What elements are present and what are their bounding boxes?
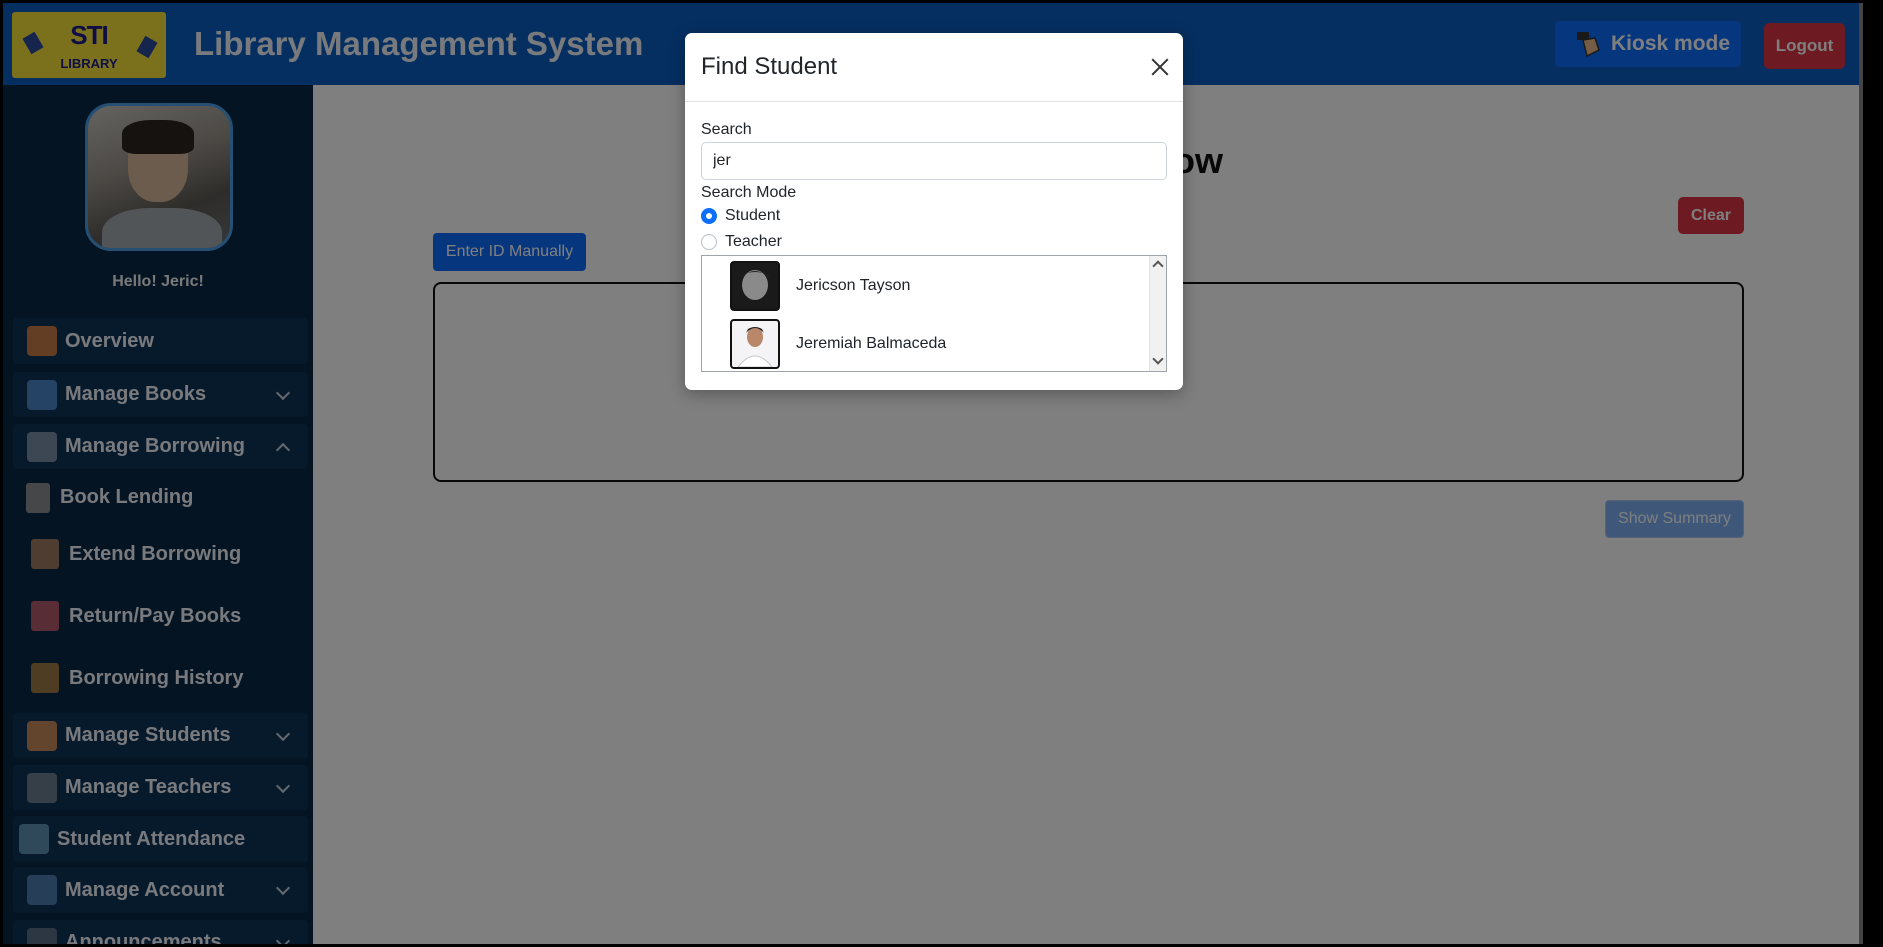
scroll-up-arrow-icon[interactable] [1152, 260, 1164, 272]
scroll-down-arrow-icon[interactable] [1152, 353, 1164, 365]
results-scrollbar[interactable] [1149, 256, 1166, 371]
search-mode-student[interactable]: Student [701, 207, 780, 225]
student-photo [730, 319, 780, 369]
student-name: Jericson Tayson [796, 277, 911, 294]
search-input[interactable] [701, 142, 1167, 180]
radio-student[interactable] [701, 208, 717, 224]
search-mode-label: Search Mode [701, 184, 797, 201]
radio-label: Teacher [725, 233, 782, 250]
find-student-modal: Find Student Search Search Mode Student … [685, 33, 1183, 390]
close-icon[interactable] [1148, 55, 1172, 79]
search-results-list: Jericson Tayson Jeremiah Balmaceda [701, 255, 1167, 372]
list-item[interactable]: Jericson Tayson [702, 258, 1150, 314]
radio-label: Student [725, 207, 781, 224]
modal-title: Find Student [701, 53, 838, 80]
list-item[interactable]: Jeremiah Balmaceda [702, 316, 1150, 371]
modal-header: Find Student [685, 33, 1183, 102]
radio-teacher[interactable] [701, 234, 717, 250]
search-label: Search [701, 121, 752, 138]
student-photo [730, 261, 780, 311]
search-mode-teacher[interactable]: Teacher [701, 233, 782, 251]
student-name: Jeremiah Balmaceda [796, 335, 947, 352]
